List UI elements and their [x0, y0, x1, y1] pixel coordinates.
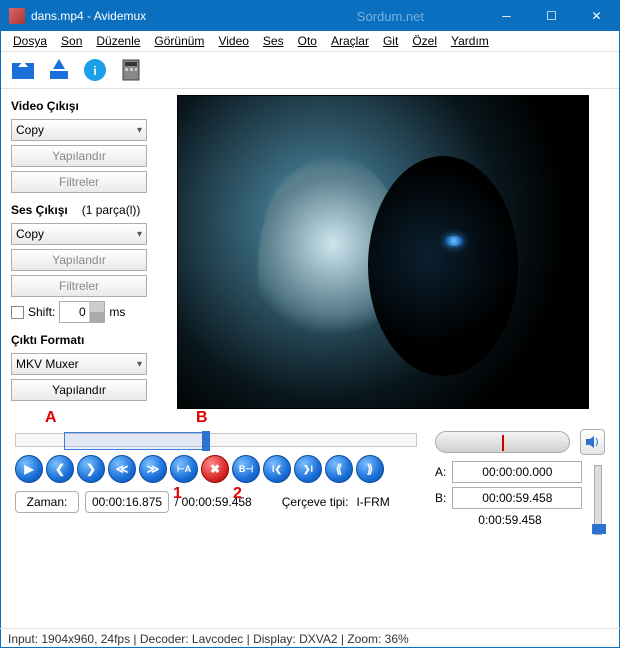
prev-frame-button[interactable]: ❮: [46, 455, 74, 483]
menu-son[interactable]: Son: [55, 33, 88, 49]
time-label: Zaman:: [15, 491, 79, 513]
titlebar: dans.mp4 - Avidemux Sordum.net ─ ☐ ✕: [1, 1, 619, 31]
menu-git[interactable]: Git: [377, 33, 404, 49]
play-button[interactable]: ▶: [15, 455, 43, 483]
timeline-track[interactable]: [15, 433, 417, 447]
mark-b-field[interactable]: 00:00:59.458: [452, 487, 582, 509]
frame-type-label: Çerçeve tipi:: [282, 495, 349, 509]
transport-controls: ▶ ❮ ❯ ≪ ≫ ⊢A ✖ B⊣ I❮ ❯I ⟪ ⟫: [15, 455, 417, 483]
shift-unit: ms: [109, 305, 125, 319]
annotation-a: A: [45, 409, 57, 427]
save-button[interactable]: [43, 54, 75, 86]
set-b-button[interactable]: B⊣: [232, 455, 260, 483]
status-bar: Input: 1904x960, 24fps | Decoder: Lavcod…: [0, 628, 620, 648]
goto-a-button[interactable]: I❮: [263, 455, 291, 483]
rewind-button[interactable]: ≪: [108, 455, 136, 483]
frame-type-value: I-FRM: [356, 495, 389, 509]
video-codec-combo[interactable]: Copy: [11, 119, 147, 141]
next-frame-button[interactable]: ❯: [77, 455, 105, 483]
video-output-title: Video Çıkışı: [11, 99, 163, 113]
menu-ses[interactable]: Ses: [257, 33, 290, 49]
watermark: Sordum.net: [357, 9, 424, 24]
minimize-button[interactable]: ─: [484, 1, 529, 31]
menu-araclar[interactable]: Araçlar: [325, 33, 375, 49]
close-button[interactable]: ✕: [574, 1, 619, 31]
menu-oto[interactable]: Oto: [292, 33, 323, 49]
calculator-button[interactable]: [115, 54, 147, 86]
info-button[interactable]: i: [79, 54, 111, 86]
goto-b-button[interactable]: ❯I: [294, 455, 322, 483]
toolbar: i: [1, 51, 619, 89]
forward-button[interactable]: ≫: [139, 455, 167, 483]
audio-filters-button[interactable]: Filtreler: [11, 275, 147, 297]
current-time-input[interactable]: 00:00:16.875: [85, 491, 169, 513]
annotation-2: 2: [233, 485, 242, 503]
mark-a-field[interactable]: 00:00:00.000: [452, 461, 582, 483]
timeline-selection: [64, 432, 208, 450]
audio-configure-button[interactable]: Yapılandır: [11, 249, 147, 271]
selection-duration: 0:00:59.458: [435, 513, 585, 527]
menu-video[interactable]: Video: [212, 33, 254, 49]
mark-a-label: A:: [435, 465, 446, 479]
volume-button[interactable]: [580, 429, 605, 455]
open-button[interactable]: [7, 54, 39, 86]
prev-keyframe-button[interactable]: ⟪: [325, 455, 353, 483]
menubar: Dosya Son Düzenle Görünüm Video Ses Oto …: [1, 31, 619, 51]
muxer-combo[interactable]: MKV Muxer: [11, 353, 147, 375]
delete-button[interactable]: ✖: [201, 455, 229, 483]
playhead-marker[interactable]: [202, 431, 210, 451]
annotation-b: B: [196, 409, 208, 427]
shift-checkbox[interactable]: [11, 306, 24, 319]
muxer-configure-button[interactable]: Yapılandır: [11, 379, 147, 401]
maximize-button[interactable]: ☐: [529, 1, 574, 31]
shift-value-spin[interactable]: 0: [59, 301, 105, 323]
video-filters-button[interactable]: Filtreler: [11, 171, 147, 193]
timeline-area: A B ▶ ❮ ❯ ≪ ≫ ⊢A ✖ B⊣ I❮ ❯I ⟪ ⟫ 1: [1, 415, 619, 535]
audio-codec-combo[interactable]: Copy: [11, 223, 147, 245]
menu-yardim[interactable]: Yardım: [445, 33, 495, 49]
window-title: dans.mp4 - Avidemux: [31, 9, 357, 23]
video-preview: [177, 95, 589, 409]
menu-gorunum[interactable]: Görünüm: [148, 33, 210, 49]
audio-output-title: Ses Çıkışı: [11, 203, 68, 217]
next-keyframe-button[interactable]: ⟫: [356, 455, 384, 483]
menu-ozel[interactable]: Özel: [406, 33, 443, 49]
output-format-title: Çıktı Formatı: [11, 333, 163, 347]
set-a-button[interactable]: ⊢A: [170, 455, 198, 483]
menu-dosya[interactable]: Dosya: [7, 33, 53, 49]
mark-b-label: B:: [435, 491, 446, 505]
audio-tracks-label: (1 parça(l)): [82, 203, 141, 217]
jog-wheel[interactable]: [435, 431, 570, 453]
shift-label: Shift:: [28, 305, 55, 319]
svg-text:i: i: [93, 64, 96, 78]
menu-duzenle[interactable]: Düzenle: [90, 33, 146, 49]
app-icon: [9, 8, 25, 24]
video-configure-button[interactable]: Yapılandır: [11, 145, 147, 167]
volume-slider[interactable]: [594, 465, 602, 535]
annotation-1: 1: [173, 485, 182, 503]
sidebar: Video Çıkışı Copy Yapılandır Filtreler S…: [11, 95, 163, 409]
